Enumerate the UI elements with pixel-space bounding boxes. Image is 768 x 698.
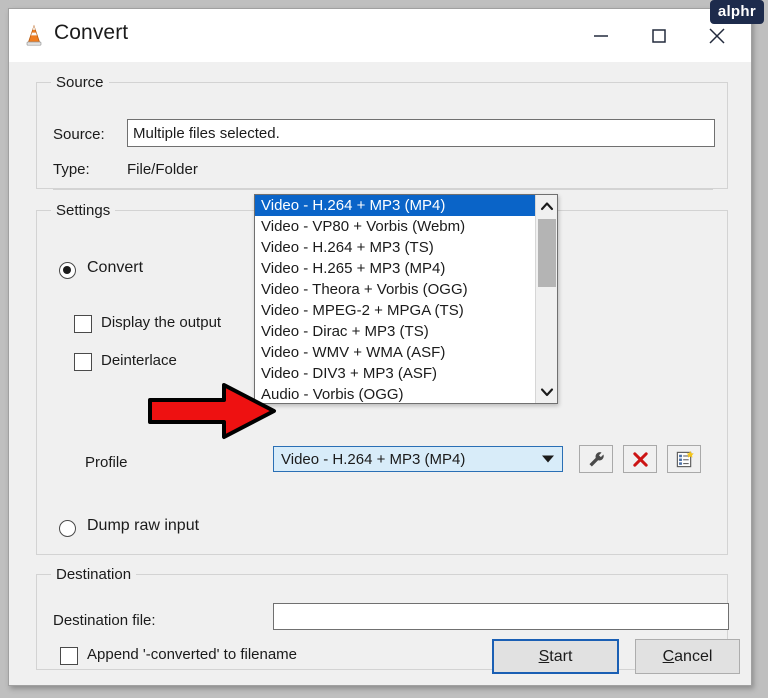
type-value: File/Folder [127,161,198,178]
vlc-cone-icon [22,24,46,48]
source-input[interactable]: Multiple files selected. [127,119,715,147]
profile-option[interactable]: Video - DIV3 + MP3 (ASF) [255,363,535,384]
dialog-client-area: Source Source: Multiple files selected. … [10,62,750,684]
type-label: Type: [53,161,90,178]
profile-option[interactable]: Video - H.265 + MP3 (MP4) [255,258,535,279]
red-x-icon [632,451,648,467]
profile-label: Profile [85,454,128,471]
dump-raw-input-radio[interactable] [59,520,76,537]
profile-option[interactable]: Video - MPEG-2 + MPGA (TS) [255,300,535,321]
start-button-label: tart [549,647,573,665]
source-group: Source Source: Multiple files selected. … [36,74,728,190]
convert-radio[interactable] [59,262,76,279]
destination-group-title: Destination [51,566,137,583]
convert-radio-label[interactable]: Convert [87,259,143,277]
wrench-icon [588,451,604,467]
destination-group: Destination Destination file: Append '-c… [36,566,729,670]
minimize-button[interactable] [571,9,631,62]
source-divider [53,189,713,190]
profile-dropdown-items[interactable]: Video - H.264 + MP3 (MP4) Video - VP80 + … [255,195,535,403]
profile-combobox-value: Video - H.264 + MP3 (MP4) [281,450,466,468]
cancel-button[interactable]: Cancel [635,639,740,674]
dropdown-scrollbar[interactable] [535,195,557,403]
chevron-down-icon [542,455,554,463]
profile-option[interactable]: Video - H.264 + MP3 (TS) [255,237,535,258]
delete-profile-button[interactable] [623,445,657,473]
deinterlace-checkbox[interactable] [74,353,92,371]
append-converted-checkbox[interactable] [60,647,78,665]
destination-file-label: Destination file: [53,612,156,629]
alphr-watermark: alphr [709,0,764,24]
new-list-icon [676,450,694,467]
profile-option[interactable]: Audio - Vorbis (OGG) [255,384,535,403]
start-button[interactable]: Start [492,639,619,674]
display-output-label[interactable]: Display the output [101,314,221,331]
display-output-checkbox[interactable] [74,315,92,333]
append-converted-label[interactable]: Append '-converted' to filename [87,646,297,663]
convert-dialog-window: Convert Source Source: Multiple files se… [8,8,752,686]
dump-raw-input-label[interactable]: Dump raw input [87,517,199,535]
profile-combobox[interactable]: Video - H.264 + MP3 (MP4) [273,446,563,472]
title-bar: Convert [9,9,751,62]
new-profile-button[interactable] [667,445,701,473]
destination-file-input[interactable] [273,603,729,630]
profile-option[interactable]: Video - Dirac + MP3 (TS) [255,321,535,342]
scroll-up-arrow-icon[interactable] [536,195,557,217]
source-group-title: Source [51,74,109,91]
cancel-button-accelerator: C [662,647,675,665]
window-title: Convert [54,21,129,44]
edit-profile-button[interactable] [579,445,613,473]
profile-dropdown-list[interactable]: Video - H.264 + MP3 (MP4) Video - VP80 + … [254,194,558,404]
profile-option[interactable]: Video - Theora + Vorbis (OGG) [255,279,535,300]
cancel-button-label: ancel [674,647,713,665]
maximize-button[interactable] [629,9,689,62]
settings-group-title: Settings [51,202,116,219]
start-button-accelerator: S [538,647,550,665]
profile-option[interactable]: Video - H.264 + MP3 (MP4) [255,195,535,216]
profile-option[interactable]: Video - WMV + WMA (ASF) [255,342,535,363]
deinterlace-label[interactable]: Deinterlace [101,352,177,369]
source-label: Source: [53,126,105,143]
scroll-down-arrow-icon[interactable] [536,381,557,403]
scrollbar-thumb[interactable] [538,219,556,287]
profile-option[interactable]: Video - VP80 + Vorbis (Webm) [255,216,535,237]
